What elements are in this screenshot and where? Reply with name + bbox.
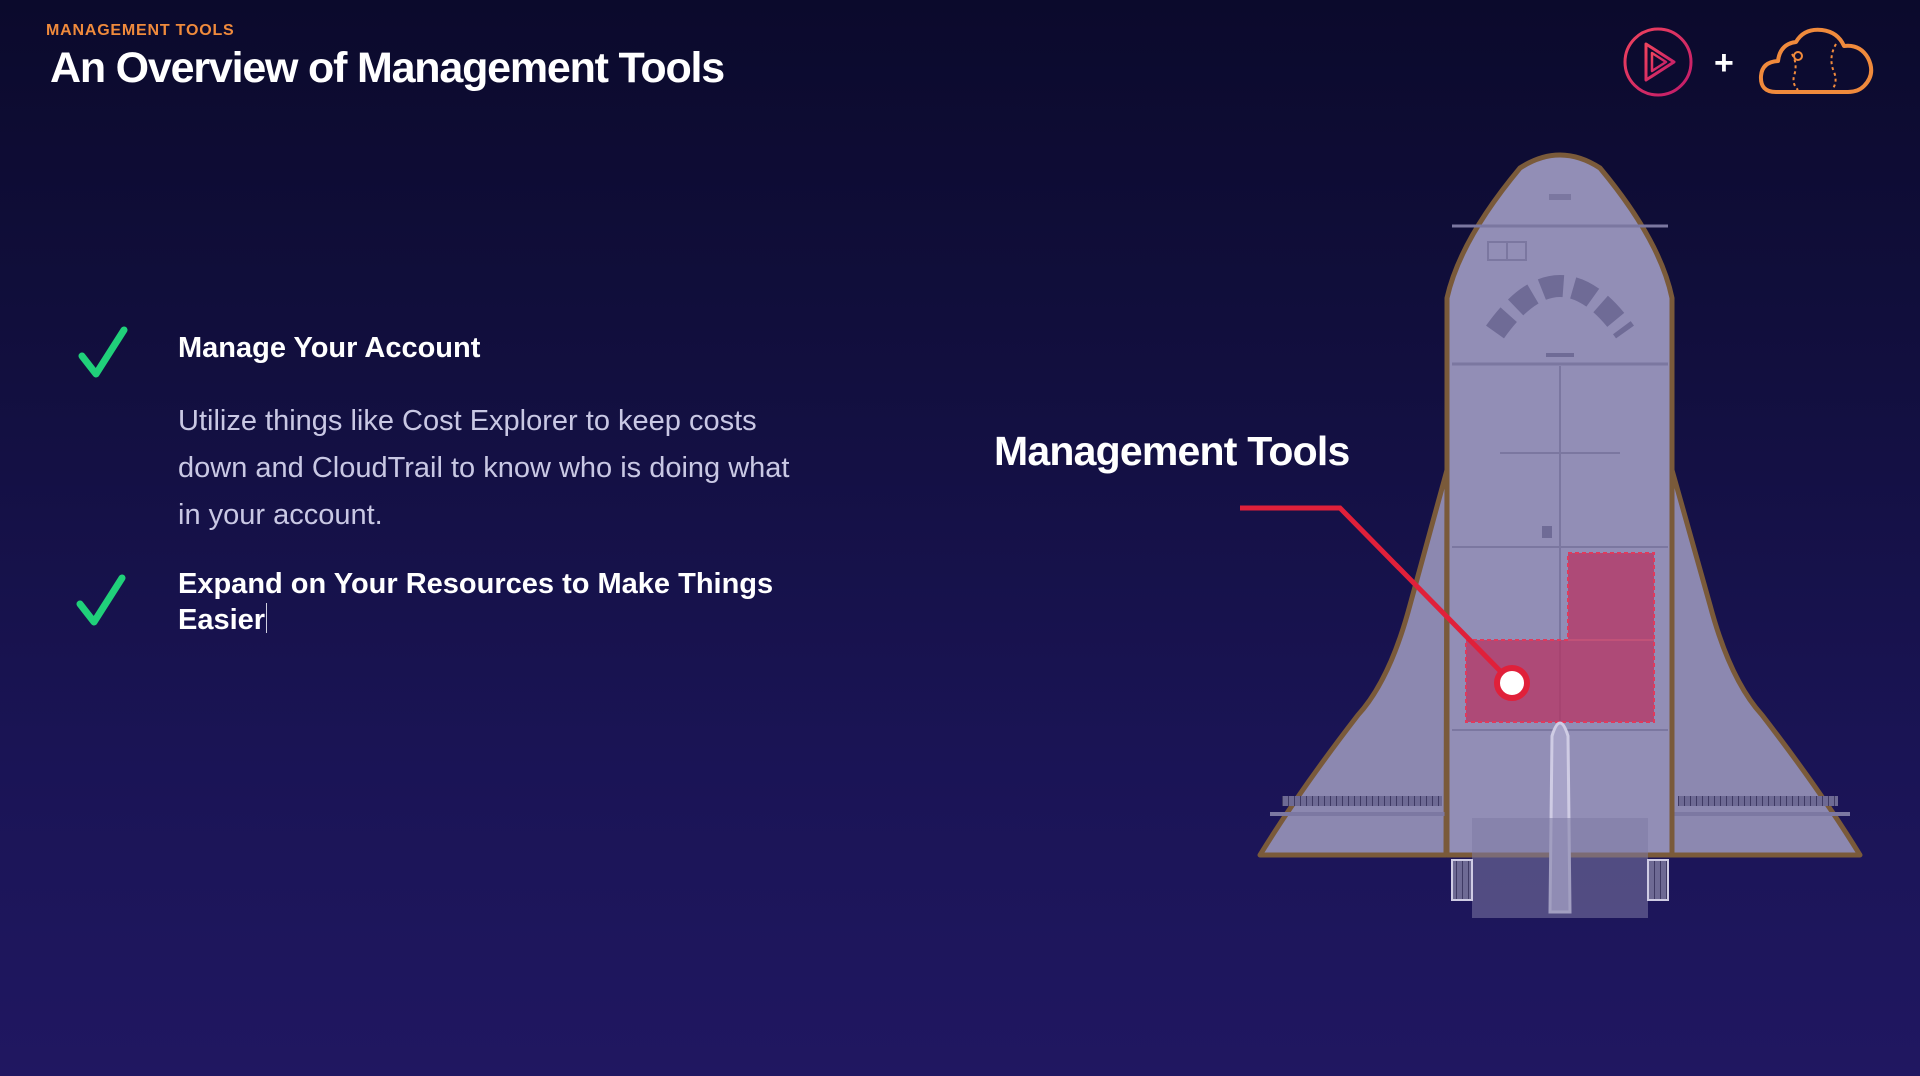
- checklist-item-description: Utilize things like Cost Explorer to kee…: [178, 405, 790, 531]
- brand-logos: +: [1620, 26, 1880, 98]
- checkmark-icon: [78, 326, 128, 378]
- section-eyebrow: MANAGEMENT TOOLS: [46, 22, 235, 39]
- checkmark-icon: [76, 574, 126, 626]
- rocket-illustration: [1240, 152, 1863, 918]
- play-circle-icon: [1623, 27, 1693, 97]
- plus-sign: +: [1714, 44, 1734, 82]
- checklist-item-title: Expand on Your Resources to Make Things …: [178, 568, 774, 636]
- page-title: An Overview of Management Tools: [50, 44, 725, 92]
- cloud-icon: [1758, 27, 1874, 94]
- checklist-item-title: Manage Your Account: [178, 332, 481, 364]
- text-cursor: [266, 603, 268, 633]
